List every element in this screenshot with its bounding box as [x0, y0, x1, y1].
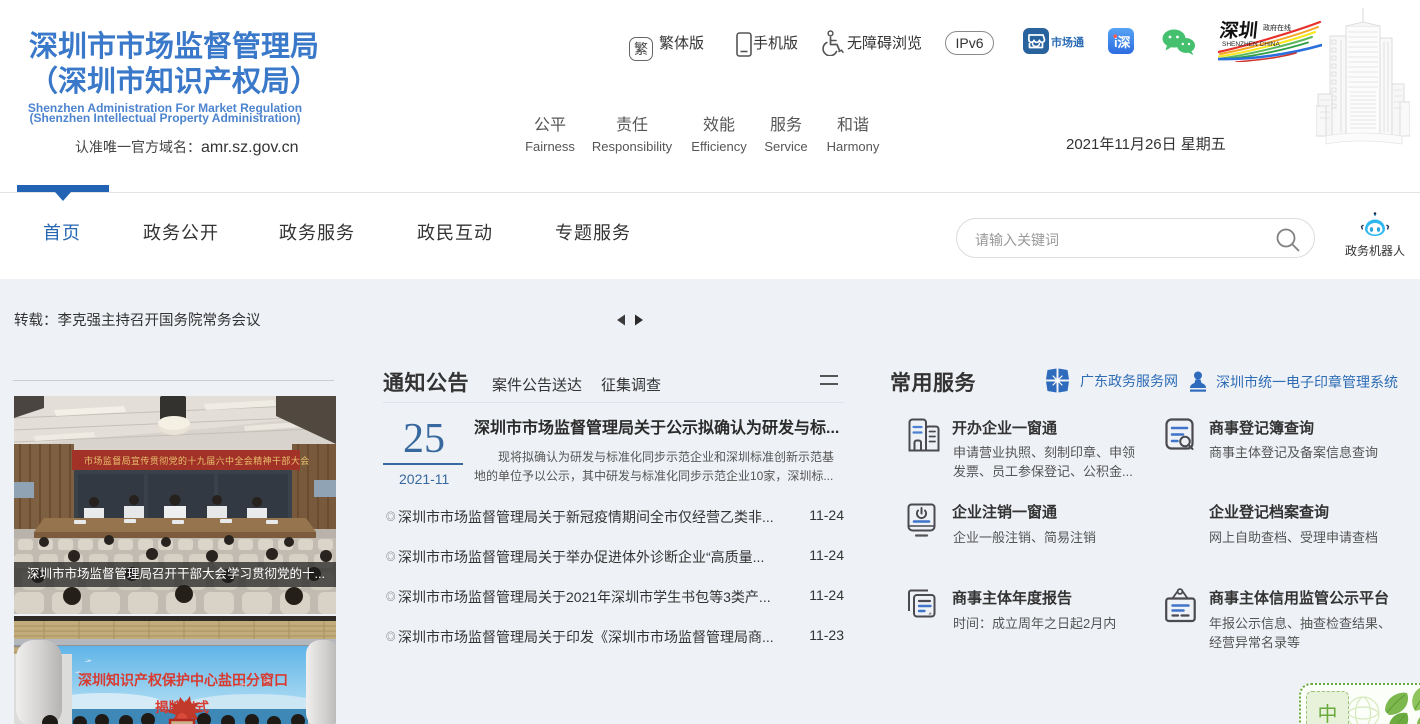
svg-text:深圳知识产权保护中心盐田分窗口: 深圳知识产权保护中心盐田分窗口 [78, 672, 288, 688]
svg-text:深圳: 深圳 [1218, 19, 1258, 42]
svg-text:市场监督局宣传贯彻党的十九届六中全会精神干部大会: 市场监督局宣传贯彻党的十九届六中全会精神干部大会 [84, 455, 310, 466]
svg-text:深: 深 [1118, 35, 1131, 50]
svg-text:政府在线: 政府在线 [1263, 23, 1291, 32]
svg-text:SHENZHEN CHINA: SHENZHEN CHINA [1222, 41, 1280, 48]
